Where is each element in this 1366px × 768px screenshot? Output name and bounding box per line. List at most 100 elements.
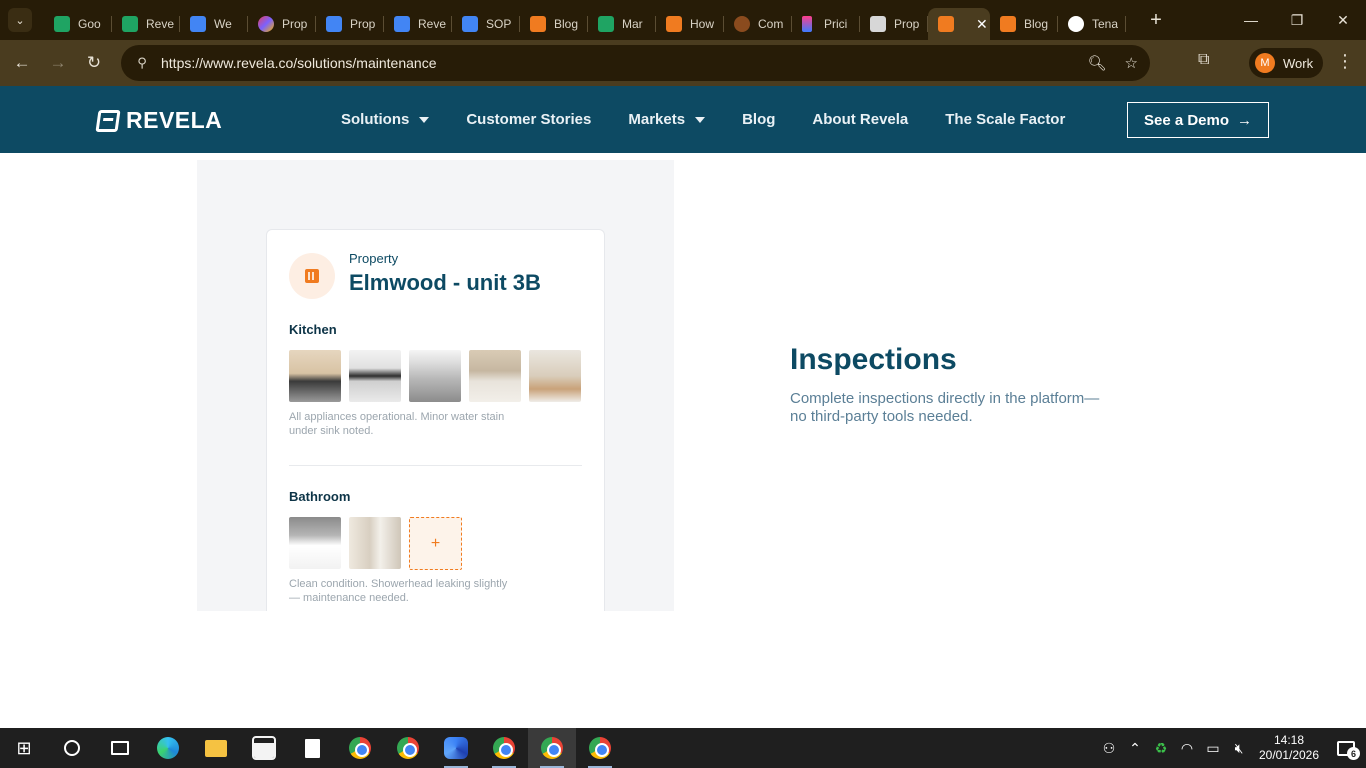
- folder-icon: [205, 739, 227, 757]
- kitchen-photo[interactable]: [409, 350, 461, 402]
- store-bag-icon: [252, 736, 276, 760]
- recycle-icon[interactable]: ♻: [1148, 740, 1174, 757]
- chrome-work-taskbar-button[interactable]: [528, 728, 576, 768]
- cortana-search-button[interactable]: [48, 728, 96, 768]
- bathroom-photo[interactable]: [289, 517, 341, 569]
- browser-tab[interactable]: Prici: [792, 8, 860, 40]
- tab-label: Prop: [350, 17, 376, 31]
- people-icon[interactable]: ⚇: [1096, 740, 1122, 757]
- minimize-icon[interactable]: —: [1228, 0, 1274, 40]
- bookmark-star-icon[interactable]: ☆: [1125, 54, 1138, 72]
- file-explorer-taskbar-button[interactable]: [192, 728, 240, 768]
- browser-tab[interactable]: Reve: [384, 8, 452, 40]
- browser-menu-icon[interactable]: ⋮: [1336, 51, 1354, 72]
- browser-tab[interactable]: We: [180, 8, 248, 40]
- browser-tab[interactable]: How: [656, 8, 724, 40]
- browser-tab[interactable]: Mar: [588, 8, 656, 40]
- browser-tab[interactable]: Prop: [860, 8, 928, 40]
- browser-tab[interactable]: Prop: [248, 8, 316, 40]
- chrome-taskbar-button[interactable]: [384, 728, 432, 768]
- pric-favicon-icon: [802, 16, 812, 32]
- tab-label: Com: [758, 17, 784, 31]
- add-photo-button[interactable]: +: [409, 517, 462, 570]
- demo-button-label: See a Demo: [1143, 111, 1230, 129]
- nav-item-solutions[interactable]: Solutions: [341, 111, 430, 128]
- start-button[interactable]: ⊞: [0, 728, 48, 768]
- edge-taskbar-button[interactable]: [144, 728, 192, 768]
- browser-tab[interactable]: Reve: [112, 8, 180, 40]
- property-title: Elmwood - unit 3B: [349, 270, 541, 295]
- clock[interactable]: 14:18 20/01/2026: [1252, 733, 1326, 763]
- browser-tab[interactable]: Goo: [44, 8, 112, 40]
- section-label-bathroom: Bathroom: [289, 489, 351, 504]
- multi-favicon-icon: [258, 16, 274, 32]
- browser-tab[interactable]: Blog: [990, 8, 1058, 40]
- nav-item-label: Markets: [628, 111, 686, 128]
- bathroom-photo[interactable]: [349, 517, 401, 569]
- battery-icon[interactable]: ▭: [1200, 740, 1226, 757]
- clock-time: 14:18: [1273, 733, 1305, 747]
- app-taskbar-button[interactable]: [432, 728, 480, 768]
- google-favicon-icon: [1068, 16, 1084, 32]
- browser-tab[interactable]: Blog: [520, 8, 588, 40]
- kitchen-photo[interactable]: [349, 350, 401, 402]
- browser-tab[interactable]: ✕: [928, 8, 990, 40]
- kitchen-photo[interactable]: [469, 350, 521, 402]
- browser-tab-bar: ⌄ Goo Reve We Prop Prop Reve SOP Blog Mar How Com P…: [0, 0, 1366, 40]
- clock-date: 20/01/2026: [1258, 748, 1320, 762]
- chrome-profile-taskbar-button[interactable]: [480, 728, 528, 768]
- store-taskbar-button[interactable]: [240, 728, 288, 768]
- nav-item-markets[interactable]: Markets: [628, 111, 706, 128]
- browser-tab[interactable]: Prop: [316, 8, 384, 40]
- close-tab-icon[interactable]: ✕: [976, 16, 988, 33]
- section-label-kitchen: Kitchen: [289, 322, 337, 337]
- window-controls: — ❐ ✕: [1228, 0, 1366, 40]
- nav-item-label: Customer Stories: [466, 111, 592, 128]
- chrome-taskbar-button[interactable]: [336, 728, 384, 768]
- action-center-button[interactable]: 6: [1326, 728, 1366, 768]
- kitchen-photo[interactable]: [289, 350, 341, 402]
- tab-label: SOP: [486, 17, 512, 31]
- browser-tab[interactable]: SOP: [452, 8, 520, 40]
- task-view-button[interactable]: [96, 728, 144, 768]
- nav-item-about-revela[interactable]: About Revela: [812, 111, 908, 128]
- nav-item-blog[interactable]: Blog: [742, 111, 775, 128]
- kitchen-photo[interactable]: [529, 350, 581, 402]
- extensions-puzzle-icon[interactable]: ⧉: [1198, 51, 1209, 69]
- tab-label: Prop: [894, 17, 920, 31]
- chrome-icon: [541, 737, 563, 759]
- url-text[interactable]: https://www.revela.co/solutions/maintena…: [161, 55, 436, 71]
- volume-muted-icon[interactable]: 🔇︎: [1226, 740, 1252, 757]
- address-bar[interactable]: ⚲ https://www.revela.co/solutions/mainte…: [121, 45, 1150, 81]
- chrome-profile-taskbar-button[interactable]: [576, 728, 624, 768]
- tab-search-chevron-icon[interactable]: ⌄: [8, 8, 32, 32]
- chrome-icon: [589, 737, 611, 759]
- back-arrow-icon[interactable]: ←: [4, 45, 40, 81]
- nav-item-label: The Scale Factor: [945, 111, 1066, 128]
- see-a-demo-button[interactable]: See a Demo →: [1127, 102, 1269, 138]
- nav-item-customer-stories[interactable]: Customer Stories: [466, 111, 591, 128]
- chrome-icon: [349, 737, 371, 759]
- wifi-icon[interactable]: ◠: [1174, 740, 1200, 757]
- profile-button[interactable]: M Work: [1249, 48, 1324, 78]
- revela-favicon-icon: [938, 16, 954, 32]
- edge-icon: [157, 737, 179, 759]
- reload-icon[interactable]: ↻: [76, 45, 112, 81]
- zoom-icon[interactable]: 🔍︎: [1088, 54, 1107, 72]
- nav-item-the-scale-factor[interactable]: The Scale Factor: [945, 111, 1065, 128]
- revela-logo[interactable]: REVELA: [95, 107, 222, 134]
- tab-label: Reve: [418, 17, 447, 31]
- browser-tab[interactable]: Tena: [1058, 8, 1126, 40]
- kitchen-photo-row: [289, 350, 581, 402]
- forward-arrow-icon[interactable]: →: [40, 45, 76, 81]
- nav-item-label: About Revela: [812, 111, 909, 128]
- site-info-icon[interactable]: ⚲: [125, 55, 159, 71]
- new-tab-button[interactable]: +: [1144, 9, 1168, 32]
- docs-favicon-icon: [394, 16, 410, 32]
- show-hidden-icons-chevron-icon[interactable]: ⌃: [1122, 740, 1148, 757]
- browser-tab[interactable]: Com: [724, 8, 792, 40]
- close-window-icon[interactable]: ✕: [1320, 0, 1366, 40]
- notepad-taskbar-button[interactable]: [288, 728, 336, 768]
- restore-icon[interactable]: ❐: [1274, 0, 1320, 40]
- chrome-icon: [493, 737, 515, 759]
